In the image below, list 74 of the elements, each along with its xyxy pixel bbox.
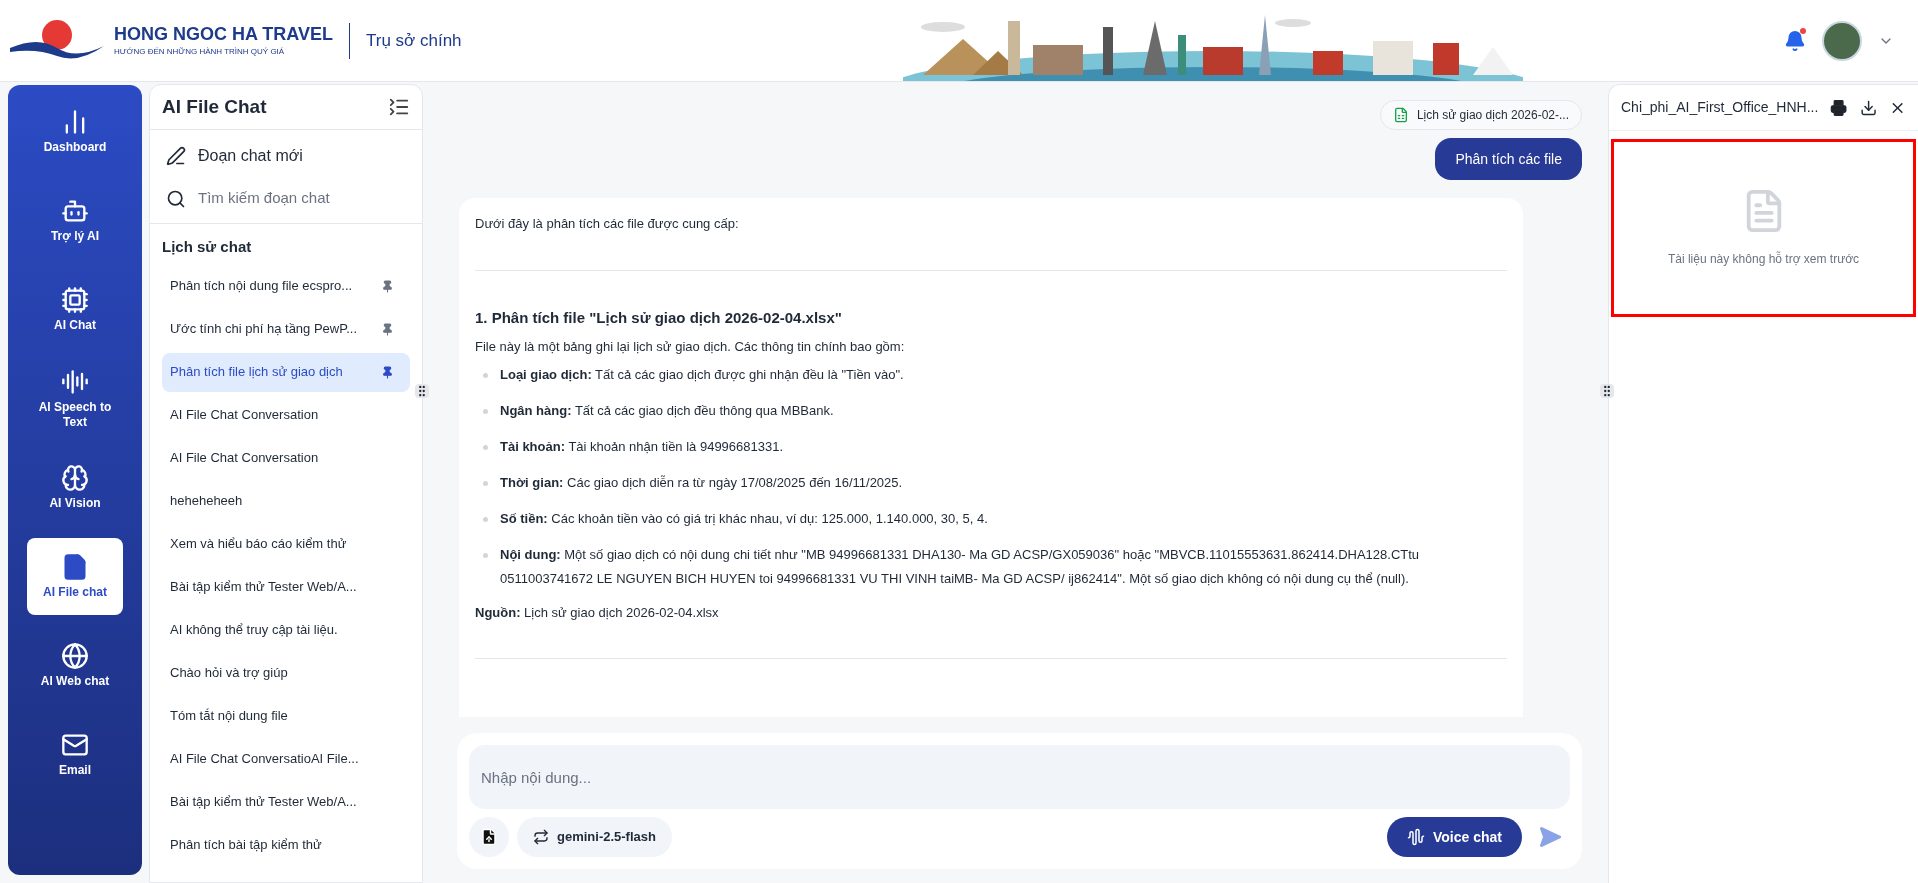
- spreadsheet-icon: [1392, 107, 1409, 123]
- send-icon: [1538, 825, 1562, 849]
- preview-file-name: Chi_phi_AI_First_Office_HNH...: [1621, 98, 1819, 117]
- chat-history-item[interactable]: Tóm tắt nội dung file: [162, 696, 410, 736]
- voice-chat-button[interactable]: Voice chat: [1387, 817, 1522, 857]
- message-input[interactable]: Nhập nội dung...: [469, 745, 1570, 809]
- new-chat-button[interactable]: Đoạn chat mới: [150, 130, 422, 182]
- bullet-icon: [483, 516, 488, 522]
- bullet-icon: [483, 372, 488, 378]
- nav-item[interactable]: Dashboard: [27, 93, 123, 170]
- switch-icon: [533, 829, 549, 845]
- answer-heading: 1. Phân tích file "Lịch sử giao dịch 2026-02-04.xlsx": [475, 307, 843, 328]
- chat-history-item[interactable]: heheheheeh: [162, 481, 410, 521]
- chat-history-item[interactable]: Bài tập kiểm thử Tester Web/A...: [162, 567, 410, 607]
- section-title: Lịch sử chat: [161, 237, 253, 257]
- audio-wave-icon: [1407, 828, 1425, 846]
- nav-item[interactable]: Trợ lý AI: [27, 182, 123, 259]
- chat-history-item[interactable]: Bài tập kiểm thử Tester Web/A...: [162, 782, 410, 822]
- model-selector[interactable]: gemini-2.5-flash: [517, 817, 672, 857]
- answer-bullet: Số tiền: Các khoản tiền vào có giá trị khác nhau, ví dụ: 125.000, 1.140.000, 30, 5, 4.: [500, 509, 988, 528]
- bullet-icon: [483, 552, 488, 558]
- panel-title: AI File Chat: [162, 94, 267, 119]
- nav-item[interactable]: Email: [27, 716, 123, 793]
- attachment-chip[interactable]: Lịch sử giao dịch 2026-02-...: [1379, 100, 1582, 130]
- answer-bullet: Tài khoản: Tài khoản nhận tiền là 94996681331.: [500, 437, 784, 456]
- chat-history-item[interactable]: Phân tích file lịch sử giao dịch: [162, 352, 410, 392]
- office-label: Trụ sở chính: [366, 29, 462, 52]
- brand-name: HONG NGOC HA TRAVEL: [114, 23, 333, 46]
- chip-icon: [61, 286, 89, 314]
- chat-history-item[interactable]: AI File Chat Conversation: [162, 438, 410, 478]
- answer-bullet: Loại giao dịch: Tất cả các giao dịch được ghi nhận đều là "Tiền vào".: [500, 365, 904, 384]
- nav-item[interactable]: AI Web chat: [27, 627, 123, 704]
- resize-handle-icon[interactable]: [415, 384, 429, 398]
- search-icon: [166, 188, 186, 209]
- chat-history-item[interactable]: Ước tính chi phí hạ tầng PewP...: [162, 309, 410, 349]
- chat-history-item[interactable]: AI không thể truy cập tài liệu.: [162, 610, 410, 650]
- nav-item[interactable]: AI Speech to Text: [27, 360, 123, 437]
- avatar[interactable]: [1822, 20, 1862, 61]
- pen-icon: [166, 146, 186, 166]
- pin-icon[interactable]: [381, 279, 394, 293]
- print-icon[interactable]: [1830, 98, 1848, 117]
- bullet-icon: [483, 408, 488, 414]
- chat-history-item[interactable]: Phân tích nội dung file ecspro...: [162, 266, 410, 306]
- upload-button[interactable]: [469, 817, 509, 857]
- chat-history-item[interactable]: AI File Chat ConversatioAI File...: [162, 739, 410, 779]
- answer-intro: Dưới đây là phân tích các file được cung cấp:: [475, 215, 740, 233]
- nav-item[interactable]: AI Vision: [27, 449, 123, 526]
- answer-bullet: Nội dung: Một số giao dịch có nội dung chi tiết như "MB 94996681331 DHA130- Ma GD ACSP/GX059036" hoặc "MBVCB.11015553631.862414.DHA128.CTtu 0511003741672 LE NGUYEN BICH HUYEN toi 94996681331 VU THI VINH taiMB- Ma GD ACSP/ ij862414". Một số giao dịch không có nội dung cụ thể (null).: [500, 545, 1421, 588]
- resize-handle-icon[interactable]: [1600, 384, 1614, 398]
- upload-file-icon: [480, 828, 498, 846]
- pin-icon[interactable]: [381, 365, 394, 379]
- pin-icon[interactable]: [381, 322, 394, 336]
- answer-paragraph: File này là một bảng ghi lại lịch sử giao dịch. Các thông tin chính bao gồm:: [475, 338, 906, 356]
- user-message-bubble: Phân tích các file: [1435, 138, 1582, 180]
- bullet-icon: [483, 480, 488, 486]
- nav-item[interactable]: AI File chat: [27, 538, 123, 615]
- nav-item[interactable]: AI Chat: [27, 271, 123, 348]
- answer-bullet: Ngân hàng: Tất cả các giao dịch đều thông qua MBBank.: [500, 401, 834, 420]
- answer-source: Nguồn: Lịch sử giao dịch 2026-02-04.xlsx: [475, 603, 720, 622]
- brand-slogan: HƯỚNG ĐẾN NHỮNG HÀNH TRÌNH QUÝ GIÁ: [114, 45, 286, 58]
- preview-message: Tài liệu này không hỗ trợ xem trước: [1667, 250, 1860, 268]
- brain-icon: [61, 464, 89, 492]
- collapse-icon[interactable]: [388, 96, 410, 118]
- answer-bullet: Thời gian: Các giao dịch diễn ra từ ngày 17/08/2025 đến 16/11/2025.: [500, 473, 903, 492]
- notification-button[interactable]: [1784, 29, 1806, 52]
- chat-history-item[interactable]: Phân tích bài tập kiểm thử: [162, 825, 410, 865]
- download-icon[interactable]: [1859, 98, 1877, 117]
- search-field[interactable]: Tìm kiếm đoạn chat: [198, 187, 398, 210]
- bullet-icon: [483, 444, 488, 450]
- audio-wave-icon: [61, 367, 89, 396]
- chat-history-item[interactable]: AI File Chat Conversation: [162, 395, 410, 435]
- globe-icon: [61, 642, 89, 670]
- chat-history-item[interactable]: Chào hỏi và trợ giúp: [162, 653, 410, 693]
- chat-history-item[interactable]: Xem và hiểu báo cáo kiểm thử: [162, 524, 410, 564]
